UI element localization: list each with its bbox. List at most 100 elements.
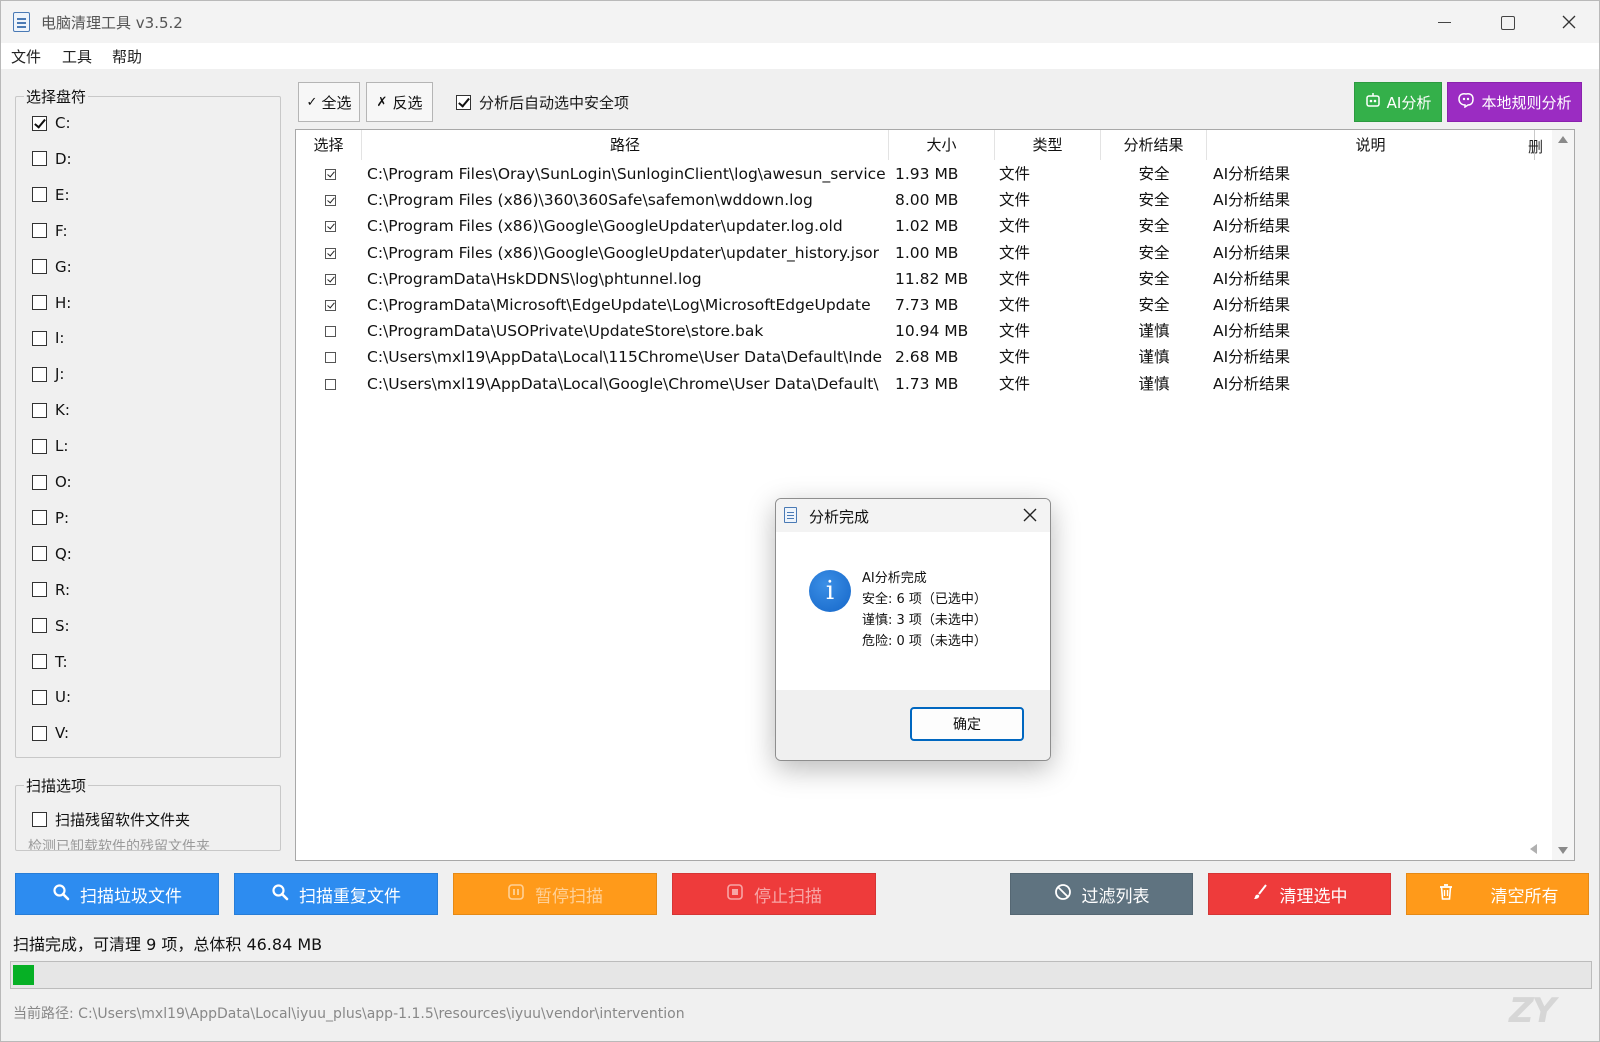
- drive-checkbox[interactable]: [32, 725, 47, 741]
- maximize-button[interactable]: [1493, 9, 1521, 35]
- scroll-left-icon[interactable]: [1530, 844, 1537, 854]
- drive-checkbox[interactable]: [32, 582, 47, 598]
- drive-checkbox-row[interactable]: I:: [32, 327, 64, 349]
- table-row[interactable]: C:\Users\mxl19\AppData\Local\115Chrome\U…: [296, 344, 1548, 370]
- scan-options-title: 扫描选项: [24, 775, 89, 796]
- row-checkbox[interactable]: [325, 273, 336, 285]
- row-checkbox[interactable]: [325, 378, 336, 390]
- robot-icon: [1365, 92, 1381, 112]
- drive-checkbox[interactable]: [32, 654, 47, 669]
- cell-result: 安全: [1138, 269, 1170, 288]
- row-checkbox[interactable]: [325, 247, 336, 259]
- drive-checkbox[interactable]: [32, 259, 47, 275]
- ai-analyze-button[interactable]: AI分析: [1354, 82, 1442, 122]
- row-checkbox[interactable]: [325, 169, 336, 180]
- drive-checkbox[interactable]: [32, 151, 47, 167]
- table-vertical-scrollbar[interactable]: [1552, 130, 1574, 860]
- leftover-checkbox[interactable]: [32, 811, 47, 827]
- cell-type: 文件: [999, 217, 1031, 236]
- row-checkbox[interactable]: [325, 300, 336, 311]
- table-row[interactable]: C:\ProgramData\Microsoft\EdgeUpdate\Log\…: [296, 292, 1548, 318]
- drive-checkbox-row[interactable]: J:: [32, 363, 64, 385]
- filter-list-button[interactable]: 过滤列表: [1010, 873, 1193, 915]
- dialog-title: 分析完成: [809, 508, 870, 526]
- menu-help[interactable]: 帮助: [112, 46, 142, 67]
- col-delete-partial[interactable]: 删: [1528, 136, 1544, 157]
- stop-scan-button[interactable]: 停止扫描: [672, 873, 876, 915]
- drive-checkbox[interactable]: [32, 689, 47, 705]
- col-select[interactable]: 选择: [296, 130, 362, 160]
- auto-select-checkbox-row[interactable]: 分析后自动选中安全项: [456, 92, 629, 113]
- table-row[interactable]: C:\Program Files (x86)\360\360Safe\safem…: [296, 187, 1548, 213]
- close-button[interactable]: [1555, 9, 1583, 35]
- local-rule-analyze-button[interactable]: 本地规则分析: [1447, 82, 1582, 122]
- invert-selection-button[interactable]: ✗ 反选: [366, 82, 433, 122]
- drive-checkbox-row[interactable]: D:: [32, 148, 72, 170]
- col-size[interactable]: 大小: [889, 130, 995, 160]
- menu-file[interactable]: 文件: [11, 46, 41, 67]
- drive-checkbox[interactable]: [32, 546, 47, 562]
- table-row[interactable]: C:\Program Files (x86)\Google\GoogleUpda…: [296, 213, 1548, 239]
- drive-checkbox-row[interactable]: C:: [32, 112, 71, 134]
- close-icon: [1562, 15, 1576, 29]
- leftover-checkbox-row[interactable]: 扫描残留软件文件夹: [32, 808, 190, 830]
- row-checkbox[interactable]: [325, 221, 336, 233]
- invert-label: 反选: [392, 93, 423, 112]
- minimize-button[interactable]: [1431, 9, 1459, 35]
- row-checkbox[interactable]: [325, 195, 336, 207]
- table-row[interactable]: C:\Users\mxl19\AppData\Local\Google\Chro…: [296, 371, 1548, 397]
- drive-checkbox-row[interactable]: E:: [32, 184, 70, 206]
- col-type[interactable]: 类型: [995, 130, 1101, 160]
- clean-selected-button[interactable]: 清理选中: [1208, 873, 1391, 915]
- cell-size: 2.68 MB: [895, 348, 959, 367]
- drive-checkbox-row[interactable]: U:: [32, 686, 71, 708]
- drive-checkbox[interactable]: [32, 366, 47, 382]
- drive-checkbox[interactable]: [32, 330, 47, 346]
- menu-tools[interactable]: 工具: [62, 46, 92, 67]
- row-checkbox[interactable]: [325, 326, 336, 338]
- pause-icon: [507, 883, 525, 906]
- drive-checkbox-row[interactable]: K:: [32, 399, 70, 421]
- drive-checkbox-row[interactable]: V:: [32, 722, 69, 744]
- drive-checkbox-row[interactable]: L:: [32, 435, 68, 457]
- drive-checkbox[interactable]: [32, 223, 47, 239]
- drive-checkbox[interactable]: [32, 402, 47, 418]
- drive-checkbox[interactable]: [32, 618, 47, 634]
- drive-checkbox-row[interactable]: F:: [32, 220, 68, 242]
- drive-checkbox-row[interactable]: H:: [32, 292, 71, 314]
- dialog-close-button[interactable]: [1022, 507, 1038, 523]
- drive-checkbox-row[interactable]: R:: [32, 579, 70, 601]
- drive-checkbox-row[interactable]: O:: [32, 471, 72, 493]
- table-row[interactable]: C:\ProgramData\USOPrivate\UpdateStore\st…: [296, 318, 1548, 344]
- drive-checkbox-row[interactable]: T:: [32, 651, 68, 673]
- col-note[interactable]: 说明: [1207, 130, 1535, 160]
- drive-checkbox-row[interactable]: P:: [32, 507, 69, 529]
- info-icon: i: [809, 570, 851, 612]
- col-result[interactable]: 分析结果: [1101, 130, 1207, 160]
- col-path[interactable]: 路径: [362, 130, 889, 160]
- drive-checkbox[interactable]: [32, 438, 47, 454]
- drive-checkbox-row[interactable]: S:: [32, 615, 70, 637]
- drive-checkbox[interactable]: [32, 510, 47, 526]
- drive-checkbox[interactable]: [32, 295, 47, 310]
- table-row[interactable]: C:\Program Files\Oray\SunLogin\SunloginC…: [296, 161, 1548, 187]
- clear-all-button[interactable]: 清空所有: [1406, 873, 1589, 915]
- drive-checkbox[interactable]: [32, 474, 47, 490]
- pause-scan-button[interactable]: 暂停扫描: [453, 873, 657, 915]
- scroll-down-icon[interactable]: [1558, 847, 1568, 854]
- drive-checkbox[interactable]: [32, 115, 47, 131]
- row-checkbox[interactable]: [325, 352, 336, 364]
- table-row[interactable]: C:\ProgramData\HskDDNS\log\phtunnel.log 1…: [296, 266, 1548, 292]
- dialog-ok-button[interactable]: 确定: [910, 707, 1024, 741]
- drive-checkbox[interactable]: [32, 187, 47, 203]
- select-all-button[interactable]: ✓ 全选: [298, 82, 360, 122]
- cell-size: 7.73 MB: [895, 296, 959, 314]
- scan-junk-button[interactable]: 扫描垃圾文件: [15, 873, 219, 915]
- drive-checkbox-row[interactable]: G:: [32, 256, 72, 278]
- table-row[interactable]: C:\Program Files (x86)\Google\GoogleUpda…: [296, 240, 1548, 266]
- auto-select-checkbox[interactable]: [456, 95, 471, 110]
- dialog-document-icon: [784, 507, 797, 523]
- scroll-up-icon[interactable]: [1558, 136, 1568, 143]
- scan-duplicates-button[interactable]: 扫描重复文件: [234, 873, 438, 915]
- drive-checkbox-row[interactable]: Q:: [32, 543, 72, 565]
